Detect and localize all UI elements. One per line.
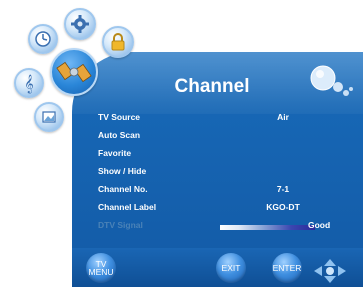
signal-quality-value: Good	[308, 220, 331, 230]
menu-item-label: DTV Signal	[98, 220, 143, 230]
satellite-icon[interactable]	[50, 48, 98, 96]
menu-item-label: TV Source	[98, 112, 141, 122]
music-note-icon[interactable]: 𝄞	[14, 68, 44, 98]
menu-item-value: Air	[277, 112, 289, 122]
menu-item-favorite[interactable]: Favorite	[98, 148, 348, 163]
menu-item-dtv-signal: DTV Signal Good	[98, 220, 348, 235]
menu-item-label: Favorite	[98, 148, 132, 158]
svg-text:𝄞: 𝄞	[24, 74, 33, 94]
menu-item-tv-source[interactable]: TV Source Air	[98, 112, 348, 127]
lock-icon[interactable]	[102, 26, 134, 58]
tv-menu-button[interactable]: TV MENU	[86, 253, 116, 283]
menu-item-channel-label[interactable]: Channel Label KGO-DT	[98, 202, 348, 217]
menu-item-channel-no[interactable]: Channel No. 7-1	[98, 184, 348, 199]
menu-item-label: Auto Scan	[98, 130, 141, 140]
picture-icon[interactable]	[34, 102, 64, 132]
menu-item-label: Show / Hide	[98, 166, 147, 176]
menu-item-show-hide[interactable]: Show / Hide	[98, 166, 348, 181]
exit-button[interactable]: EXIT	[216, 253, 246, 283]
dpad-icon[interactable]	[312, 258, 348, 284]
page-title: Channel	[174, 76, 250, 97]
gear-icon[interactable]	[64, 8, 96, 40]
menu-item-value: 7-1	[276, 184, 290, 194]
tv-menu-button-line2: MENU	[88, 267, 114, 277]
menu-item-label: Channel Label	[98, 202, 157, 212]
signal-strength-bar	[220, 225, 315, 230]
bubbles-icon	[310, 65, 353, 96]
menu-item-auto-scan[interactable]: Auto Scan	[98, 130, 348, 145]
enter-button-label: ENTER	[272, 263, 302, 273]
exit-button-label: EXIT	[221, 263, 241, 273]
enter-button[interactable]: ENTER	[272, 253, 302, 283]
menu-item-label: Channel No.	[98, 184, 148, 194]
menu-item-value: KGO-DT	[266, 202, 300, 212]
